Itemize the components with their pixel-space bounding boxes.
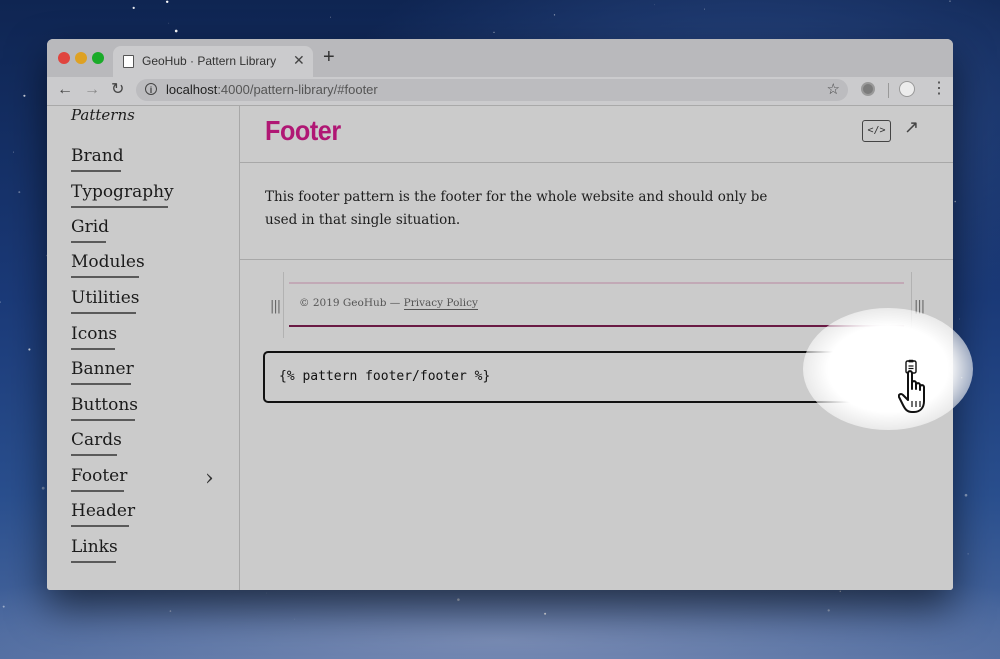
nav-underline xyxy=(71,419,135,421)
url-text[interactable]: localhost:4000/pattern-library/#footer xyxy=(166,82,378,97)
sidebar-item-label: Grid xyxy=(71,217,110,237)
browser-toolbar: ← → ↻ i localhost:4000/pattern-library/#… xyxy=(47,77,953,106)
grip-icon[interactable]: ||| xyxy=(914,299,925,314)
sidebar-item-label: Buttons xyxy=(71,395,139,415)
sidebar-item-brand[interactable]: Brand xyxy=(71,146,124,172)
preview-top-rule xyxy=(289,282,904,284)
divider xyxy=(240,259,953,260)
nav-underline xyxy=(71,490,124,492)
sidebar-item-label: Links xyxy=(71,537,118,557)
page-title: Footer xyxy=(265,115,341,146)
close-window-button[interactable] xyxy=(58,52,70,64)
sidebar-item-banner[interactable]: Banner xyxy=(71,359,134,385)
external-link-icon[interactable]: ↗ xyxy=(904,117,919,138)
address-bar[interactable]: i localhost:4000/pattern-library/#footer… xyxy=(136,79,848,101)
profile-icon[interactable] xyxy=(899,81,915,97)
code-icon[interactable]: </> xyxy=(862,120,891,142)
nav-underline xyxy=(71,206,168,208)
nav-underline xyxy=(71,383,131,385)
star-icon[interactable]: ☆ xyxy=(827,80,840,98)
sidebar-item-utilities[interactable]: Utilities xyxy=(71,288,140,314)
sidebar-item-footer[interactable]: Footer xyxy=(71,466,127,492)
copyright-text: © 2019 GeoHub — xyxy=(299,297,404,309)
extension-icon[interactable] xyxy=(861,82,875,96)
nav-underline xyxy=(71,241,106,243)
chevron-right-icon: › xyxy=(205,466,214,491)
sidebar-item-label: Typography xyxy=(71,182,174,202)
sidebar-item-label: Cards xyxy=(71,430,122,450)
code-snippet: {% pattern footer/footer %} xyxy=(279,369,491,384)
sidebar-item-label: Footer xyxy=(71,466,128,486)
nav-underline xyxy=(71,348,115,350)
browser-tab[interactable]: GeoHub · Pattern Library ✕ xyxy=(113,46,313,77)
new-tab-button[interactable]: + xyxy=(323,47,335,67)
grip-icon[interactable]: ||| xyxy=(270,299,281,314)
sidebar-item-buttons[interactable]: Buttons xyxy=(71,395,138,421)
main-panel: Footer </> ↗ This footer pattern is the … xyxy=(240,106,953,590)
nav-underline xyxy=(71,276,139,278)
privacy-policy-link[interactable]: Privacy Policy xyxy=(403,297,478,310)
back-icon[interactable]: ← xyxy=(57,80,73,100)
browser-window: GeoHub · Pattern Library ✕ + ← → ↻ i loc… xyxy=(47,39,953,590)
maximize-window-button[interactable] xyxy=(92,52,104,64)
pattern-sidebar: Patterns Brand Typography Grid Modules Utili… xyxy=(47,106,240,590)
sidebar-heading: Patterns xyxy=(71,106,135,124)
browser-menu-icon[interactable]: ⋮ xyxy=(931,81,947,97)
sidebar-item-grid[interactable]: Grid xyxy=(71,217,109,243)
sidebar-item-label: Modules xyxy=(71,252,145,272)
sidebar-item-icons[interactable]: Icons xyxy=(71,324,117,350)
url-path: :4000/pattern-library/#footer xyxy=(217,82,378,97)
forward-icon[interactable]: → xyxy=(84,80,100,100)
sidebar-item-cards[interactable]: Cards xyxy=(71,430,122,456)
document-icon xyxy=(123,55,134,68)
sidebar-item-label: Brand xyxy=(71,146,124,166)
url-host: localhost xyxy=(166,82,218,97)
preview-bottom-bar xyxy=(289,325,904,327)
tab-strip: GeoHub · Pattern Library ✕ + xyxy=(47,39,953,77)
sidebar-item-typography[interactable]: Typography xyxy=(71,182,174,208)
preview-footer-text: © 2019 GeoHub — Privacy Policy xyxy=(299,297,478,310)
nav-underline xyxy=(71,312,136,314)
nav-underline xyxy=(71,170,121,172)
sidebar-item-header[interactable]: Header xyxy=(71,501,135,527)
nav-underline xyxy=(71,454,117,456)
sidebar-item-label: Header xyxy=(71,501,136,521)
sidebar-item-label: Icons xyxy=(71,324,118,344)
tab-close-icon[interactable]: ✕ xyxy=(293,52,305,69)
nav-underline xyxy=(71,525,129,527)
clipboard-icon[interactable] xyxy=(905,359,917,374)
sidebar-item-links[interactable]: Links xyxy=(71,537,118,563)
sidebar-item-modules[interactable]: Modules xyxy=(71,252,145,278)
nav-underline xyxy=(71,561,116,563)
reload-icon[interactable]: ↻ xyxy=(111,80,124,100)
tab-title: GeoHub · Pattern Library xyxy=(142,54,277,68)
pattern-description: This footer pattern is the footer for th… xyxy=(265,189,768,228)
divider xyxy=(240,162,953,163)
sidebar-item-label: Utilities xyxy=(71,288,140,308)
code-snippet-box: {% pattern footer/footer %} xyxy=(263,351,930,403)
info-icon[interactable]: i xyxy=(145,83,157,95)
sidebar-item-label: Banner xyxy=(71,359,134,379)
toolbar-divider xyxy=(888,83,889,98)
minimize-window-button[interactable] xyxy=(75,52,87,64)
page-content: Patterns Brand Typography Grid Modules Utili… xyxy=(47,106,953,590)
